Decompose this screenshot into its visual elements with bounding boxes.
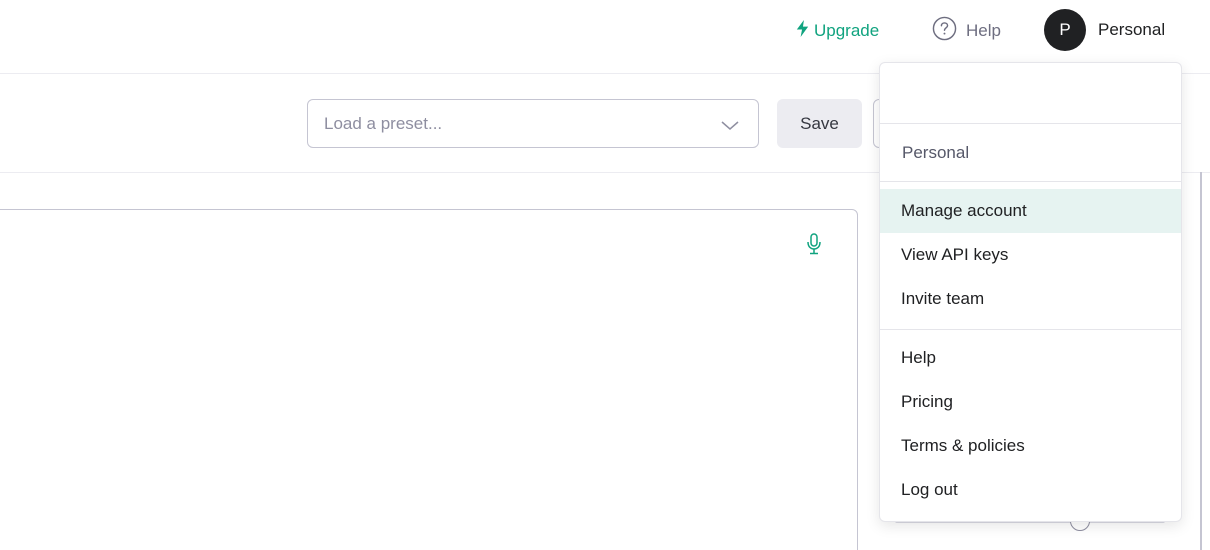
help-link[interactable]: Help — [932, 16, 1001, 46]
links-menu-group: Help Pricing Terms & policies Log out — [880, 330, 1181, 512]
menu-item-invite-team[interactable]: Invite team — [880, 277, 1181, 321]
account-menu-trigger[interactable]: P Personal — [1044, 9, 1165, 51]
menu-item-help[interactable]: Help — [880, 336, 1181, 380]
menu-item-log-out[interactable]: Log out — [880, 468, 1181, 512]
account-dropdown: Personal Manage account View API keys In… — [879, 62, 1182, 522]
preset-placeholder: Load a preset... — [324, 113, 443, 133]
sidebar-scrollbar[interactable] — [1200, 172, 1202, 550]
prompt-editor[interactable] — [0, 209, 858, 550]
save-button[interactable]: Save — [777, 99, 862, 148]
account-name: Personal — [1098, 20, 1166, 39]
bolt-icon — [795, 20, 810, 42]
avatar: P — [1044, 9, 1086, 51]
upgrade-link[interactable]: Upgrade — [795, 19, 879, 43]
menu-organization-label: Personal — [902, 142, 970, 162]
menu-item-manage-account[interactable]: Manage account — [880, 189, 1181, 233]
menu-header-space — [880, 63, 1181, 123]
playground-page: Upgrade Help P Personal Load a preset... — [0, 0, 1210, 550]
menu-item-terms-policies[interactable]: Terms & policies — [880, 424, 1181, 468]
preset-select[interactable]: Load a preset... — [307, 99, 759, 148]
chevron-down-icon — [720, 117, 740, 131]
menu-item-view-api-keys[interactable]: View API keys — [880, 233, 1181, 277]
question-circle-icon — [932, 16, 957, 46]
menu-item-pricing[interactable]: Pricing — [880, 380, 1181, 424]
account-menu-group: Manage account View API keys Invite team — [880, 182, 1181, 329]
upgrade-label: Upgrade — [814, 21, 880, 40]
help-label: Help — [966, 21, 1001, 40]
microphone-icon[interactable] — [806, 233, 822, 259]
